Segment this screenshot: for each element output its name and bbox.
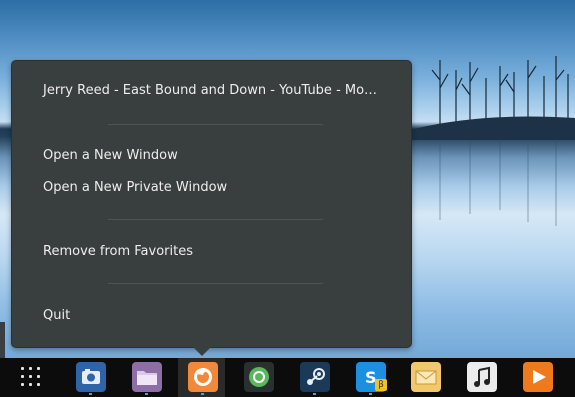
folder-icon: [137, 371, 157, 385]
menu-item-window-title[interactable]: Jerry Reed - East Bound and Down - YouTu…: [43, 79, 377, 103]
files-launcher[interactable]: [132, 362, 162, 395]
mail-icon: [415, 370, 437, 385]
running-indicator: [369, 393, 372, 395]
running-indicator: [201, 393, 204, 395]
firefox-launcher[interactable]: [188, 362, 218, 395]
show-applications-button[interactable]: [18, 362, 48, 392]
menu-item-quit[interactable]: Quit: [43, 304, 70, 328]
menu-separator: [108, 124, 323, 125]
menu-pointer-arrow: [192, 346, 212, 356]
chrome-icon: [249, 367, 269, 387]
menu-separator: [108, 283, 323, 284]
grid-icon: [21, 367, 43, 389]
steam-launcher[interactable]: [300, 362, 330, 395]
steam-icon: [307, 368, 325, 385]
media-player-launcher[interactable]: [523, 362, 553, 392]
menu-item-remove-from-favorites[interactable]: Remove from Favorites: [43, 240, 193, 264]
firefox-icon: [194, 368, 212, 386]
running-indicator: [89, 393, 92, 395]
camera-icon: [82, 369, 100, 384]
music-launcher[interactable]: [467, 362, 497, 392]
mail-launcher[interactable]: [411, 362, 441, 392]
running-indicator: [145, 393, 148, 395]
menu-item-open-new-private-window[interactable]: Open a New Private Window: [43, 176, 227, 200]
chrome-launcher[interactable]: [244, 362, 274, 392]
menu-separator: [108, 219, 323, 220]
play-icon: [533, 370, 546, 384]
running-indicator: [313, 393, 316, 395]
skype-launcher[interactable]: S β: [356, 362, 387, 395]
screenshot-launcher[interactable]: [76, 362, 106, 395]
app-context-menu: Jerry Reed - East Bound and Down - YouTu…: [11, 60, 412, 348]
music-icon: [474, 366, 490, 387]
dash-edge: [0, 322, 5, 358]
menu-item-open-new-window[interactable]: Open a New Window: [43, 144, 178, 168]
beta-badge: β: [375, 379, 387, 391]
